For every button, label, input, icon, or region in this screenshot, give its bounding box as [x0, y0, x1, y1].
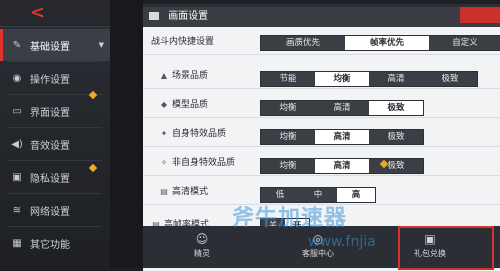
hd-icon: ▤ — [160, 187, 168, 196]
gamepad-icon: ◉ — [12, 72, 22, 84]
effect-icon: ✦ — [160, 129, 168, 138]
option[interactable]: 均衡 — [261, 130, 315, 144]
row-other-effects: ✧ 非自身特效品质 均衡 高清 极致 — [143, 151, 500, 176]
spirit-button[interactable]: ☺ 精灵 — [177, 232, 227, 259]
sidebar-item-label: 音效设置 — [30, 140, 70, 152]
screen-icon — [149, 12, 159, 20]
scene-quality-selector[interactable]: 节能 均衡 高清 极致 — [260, 71, 478, 87]
option[interactable]: 均衡 — [261, 159, 315, 173]
row-quick-setting: 战斗内快捷设置 画质优先 帧率优先 自定义 — [143, 30, 500, 55]
row-label-wrap: ✧ 非自身特效品质 — [159, 151, 235, 175]
panel-title: 画面设置 — [168, 11, 209, 22]
spirit-icon: ☺ — [195, 232, 209, 246]
option[interactable]: 极致 — [369, 159, 423, 173]
button-label: 客服中心 — [302, 249, 334, 258]
option[interactable]: 极致 — [423, 72, 477, 86]
lock-icon: ▣ — [12, 171, 22, 183]
wifi-icon: ≋ — [12, 204, 22, 216]
speaker-icon: ◀) — [11, 138, 23, 150]
sidebar-item-label: 其它功能 — [30, 239, 70, 251]
back-button[interactable]: < — [0, 0, 110, 27]
watermark-title: 斧牛加速器 — [232, 206, 348, 231]
option[interactable]: 极致 — [369, 101, 423, 115]
row-label: 战斗内快捷设置 — [151, 37, 215, 47]
panel-header: 画面设置 — [143, 7, 500, 27]
option[interactable]: 高清 — [315, 130, 369, 144]
sidebar-item-privacy[interactable]: ▣ 隐私设置 — [0, 161, 110, 193]
option[interactable]: 高清 — [369, 72, 423, 86]
sidebar-item-basic[interactable]: ✎ 基础设置 ▼ — [0, 29, 110, 61]
row-model-quality: ◆ 模型品质 均衡 高清 极致 — [143, 93, 500, 118]
row-label-wrap: ◆ 模型品质 — [159, 93, 208, 117]
option[interactable]: 高清 — [315, 101, 369, 115]
quick-setting-selector[interactable]: 画质优先 帧率优先 自定义 — [260, 35, 500, 51]
effect-icon: ✧ — [160, 158, 168, 167]
option-quality[interactable]: 画质优先 — [261, 36, 345, 50]
watermark-url: www.fnjia — [308, 234, 376, 250]
option[interactable]: 均衡 — [315, 72, 369, 86]
sidebar-item-label: 操作设置 — [30, 74, 70, 86]
settings-sidebar: < ✎ 基础设置 ▼ ◉ 操作设置 ▭ 界面设置 ◀) 音效设置 ▣ 隐私设置 … — [0, 0, 110, 268]
button-label: 精灵 — [194, 249, 210, 258]
notification-dot — [88, 163, 98, 173]
sidebar-item-audio[interactable]: ◀) 音效设置 — [0, 128, 110, 160]
model-quality-selector[interactable]: 均衡 高清 极致 — [260, 100, 424, 116]
sidebar-item-label: 基础设置 — [30, 41, 70, 53]
caret-down-icon: ▼ — [98, 41, 104, 49]
row-label-wrap: ▤ 高清模式 — [159, 180, 208, 204]
highlight-box — [398, 226, 494, 270]
row-label: 自身特效品质 — [172, 129, 227, 139]
row-label-wrap: ✦ 自身特效品质 — [159, 122, 226, 146]
grid-icon: ▦ — [12, 237, 22, 249]
sidebar-item-label: 网络设置 — [30, 206, 70, 218]
option[interactable]: 高清 — [315, 159, 369, 173]
back-arrow-icon: < — [30, 2, 46, 23]
option[interactable]: 均衡 — [261, 101, 315, 115]
sidebar-item-network[interactable]: ≋ 网络设置 — [0, 194, 110, 226]
option-framerate[interactable]: 帧率优先 — [345, 36, 429, 50]
other-effects-selector[interactable]: 均衡 高清 极致 — [260, 158, 424, 174]
sidebar-item-controls[interactable]: ◉ 操作设置 — [0, 62, 110, 94]
option[interactable]: 极致 — [369, 130, 423, 144]
row-label: 非自身特效品质 — [172, 158, 236, 168]
row-self-effects: ✦ 自身特效品质 均衡 高清 极致 — [143, 122, 500, 147]
monitor-icon: ▭ — [12, 105, 22, 117]
sidebar-item-other[interactable]: ▦ 其它功能 — [0, 227, 110, 259]
row-label: 高清模式 — [172, 187, 209, 197]
model-icon: ◆ — [160, 100, 168, 109]
wrench-icon: ✎ — [12, 39, 22, 51]
self-effects-selector[interactable]: 均衡 高清 极致 — [260, 129, 424, 145]
row-scene-quality: ▲ 场景品质 节能 均衡 高清 极致 — [143, 64, 500, 89]
row-label: 场景品质 — [172, 71, 209, 81]
row-label-wrap: ▲ 场景品质 — [159, 64, 208, 88]
row-label: 模型品质 — [172, 100, 209, 110]
sidebar-item-label: 界面设置 — [30, 107, 70, 119]
sidebar-item-interface[interactable]: ▭ 界面设置 — [0, 90, 110, 127]
option-custom[interactable]: 自定义 — [429, 36, 500, 50]
scene-icon: ▲ — [160, 71, 168, 80]
sidebar-item-label: 隐私设置 — [30, 173, 70, 185]
header-accent — [460, 7, 500, 23]
sidebar-shadow — [110, 0, 143, 268]
option[interactable]: 节能 — [261, 72, 315, 86]
